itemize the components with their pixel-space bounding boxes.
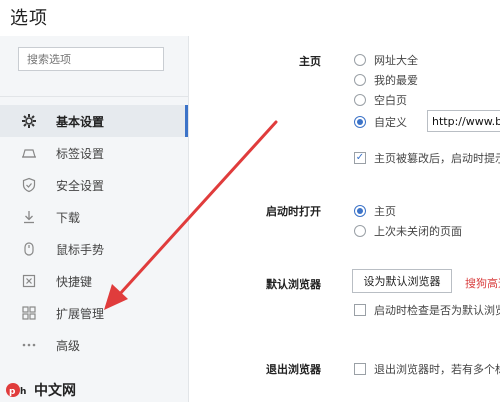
sidebar-item-label: 扩展管理 <box>56 306 105 321</box>
sidebar-item-label: 快捷键 <box>56 274 93 289</box>
option-label: 我的最爱 <box>374 74 418 87</box>
homepage-tamper-checkbox-row[interactable]: ✓ 主页被篡改后，启动时提示 <box>354 150 500 166</box>
shield-icon <box>21 177 37 193</box>
sidebar-item-tab-settings[interactable]: 标签设置 <box>0 137 186 169</box>
checkbox-label: 启动时检查是否为默认浏览 <box>374 304 500 317</box>
svg-text:h: h <box>20 387 26 397</box>
sidebar-item-label: 鼠标手势 <box>56 242 105 257</box>
option-label: 空白页 <box>374 94 407 107</box>
checkbox[interactable] <box>354 363 366 375</box>
gear-icon <box>21 113 37 129</box>
sidebar-item-label: 基本设置 <box>56 114 105 129</box>
startup-option-last-session[interactable]: 上次未关闭的页面 <box>354 223 462 239</box>
homepage-option-url-nav[interactable]: 网址大全 <box>354 52 418 68</box>
watermark: p h 中文网 <box>6 380 76 400</box>
shortcut-icon <box>21 273 37 289</box>
exit-browser-check-row[interactable]: 退出浏览器时，若有多个标 <box>354 361 500 377</box>
svg-text:p: p <box>9 387 16 397</box>
sidebar-item-shortcuts[interactable]: 快捷键 <box>0 265 186 297</box>
sidebar-item-basic-settings[interactable]: 基本设置 <box>0 105 188 137</box>
sidebar-item-label: 标签设置 <box>56 146 105 161</box>
watermark-text: 中文网 <box>34 383 76 399</box>
radio-button[interactable] <box>354 94 366 106</box>
radio-button[interactable] <box>354 74 366 86</box>
sidebar-item-mouse-gestures[interactable]: 鼠标手势 <box>0 233 186 265</box>
sidebar-item-advanced[interactable]: 高级 <box>0 329 186 361</box>
settings-panel: 主页 网址大全 我的最爱 空白页 自定义 ✓ 主页被篡改后，启动时提示 启动时打… <box>189 36 500 402</box>
checkbox[interactable] <box>354 304 366 316</box>
homepage-option-favorites[interactable]: 我的最爱 <box>354 72 418 88</box>
sidebar-item-extensions[interactable]: 扩展管理 <box>0 297 186 329</box>
checkbox-label: 退出浏览器时，若有多个标 <box>374 363 500 376</box>
mouse-icon <box>21 241 37 257</box>
exit-browser-label: 退出浏览器 <box>266 363 321 376</box>
title-bar: 选项 <box>0 0 500 36</box>
default-browser-label: 默认浏览器 <box>266 278 321 291</box>
extensions-icon <box>21 305 37 321</box>
option-label: 自定义 <box>374 116 407 129</box>
checkbox-checked[interactable]: ✓ <box>354 152 366 164</box>
checkbox-label: 主页被篡改后，启动时提示 <box>374 152 500 165</box>
sidebar-item-security-settings[interactable]: 安全设置 <box>0 169 186 201</box>
radio-button[interactable] <box>354 54 366 66</box>
radio-button-selected[interactable] <box>354 205 366 217</box>
option-label: 上次未关闭的页面 <box>374 225 462 238</box>
php-logo-icon: p h <box>6 383 26 397</box>
more-icon <box>21 337 37 353</box>
sogou-link[interactable]: 搜狗高速 <box>465 275 500 291</box>
radio-button-selected[interactable] <box>354 116 366 128</box>
sidebar-item-download[interactable]: 下载 <box>0 201 186 233</box>
sidebar-item-label: 下载 <box>56 210 81 225</box>
window-title: 选项 <box>10 8 48 29</box>
set-default-browser-button[interactable]: 设为默认浏览器 <box>352 269 452 293</box>
option-label: 主页 <box>374 205 396 218</box>
sidebar-item-label: 高级 <box>56 338 81 353</box>
startup-label: 启动时打开 <box>266 205 321 218</box>
homepage-option-custom[interactable]: 自定义 <box>354 114 407 130</box>
startup-option-homepage[interactable]: 主页 <box>354 203 396 219</box>
option-label: 网址大全 <box>374 54 418 67</box>
tab-icon <box>21 145 37 161</box>
radio-button[interactable] <box>354 225 366 237</box>
download-icon <box>21 209 37 225</box>
homepage-url-input[interactable] <box>427 110 500 132</box>
sidebar-divider <box>0 96 188 97</box>
sidebar: 基本设置 标签设置 安全设置 下载 鼠标手势 快捷键 扩展管理 <box>0 36 189 402</box>
homepage-label: 主页 <box>299 55 321 68</box>
default-browser-check-row[interactable]: 启动时检查是否为默认浏览 <box>354 302 500 318</box>
homepage-option-blank[interactable]: 空白页 <box>354 92 407 108</box>
search-input[interactable] <box>18 47 164 71</box>
sidebar-item-label: 安全设置 <box>56 178 105 193</box>
